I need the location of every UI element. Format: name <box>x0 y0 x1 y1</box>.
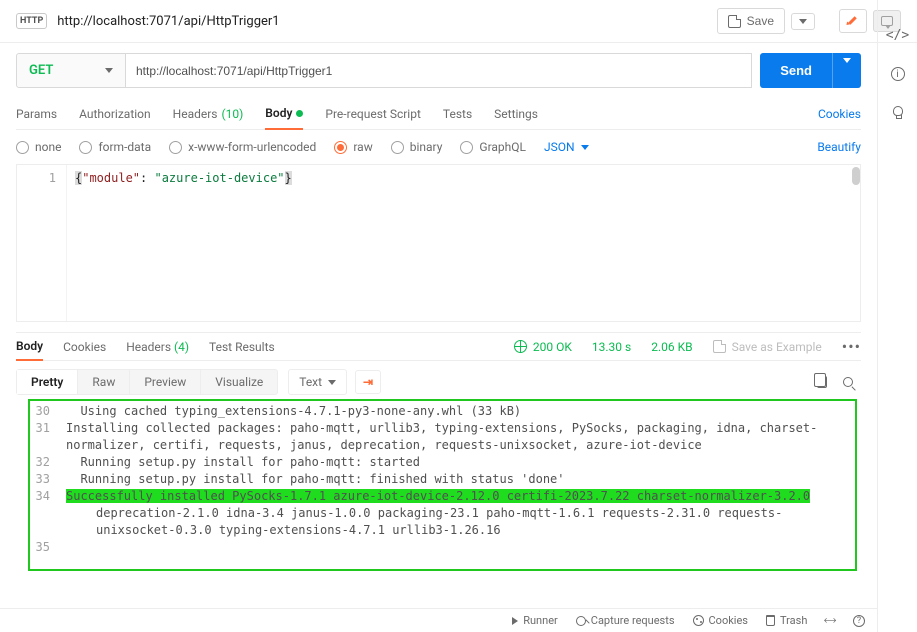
bottom-status-bar: Runner Capture requests Cookies Trash ⤢ … <box>0 608 877 632</box>
cookie-icon <box>693 615 704 626</box>
body-type-row: none form-data x-www-form-urlencoded raw… <box>16 130 861 164</box>
search-icon <box>843 377 853 387</box>
response-time: 13.30 s <box>592 340 631 354</box>
headers-count: (10) <box>222 107 244 121</box>
body-type-none[interactable]: none <box>16 140 61 154</box>
tab-body-label: Body <box>265 106 292 120</box>
body-type-formdata[interactable]: form-data <box>79 140 151 154</box>
body-format-label: JSON <box>544 140 575 154</box>
response-size: 2.06 KB <box>651 340 692 354</box>
globe-icon <box>514 340 527 353</box>
response-tabs: Body Cookies Headers (4) Test Results 20… <box>16 332 861 361</box>
tab-headers[interactable]: Headers (10) <box>173 101 244 129</box>
send-button[interactable]: Send <box>760 53 861 88</box>
editor-gutter: 1 <box>17 165 67 321</box>
body-indicator-dot <box>296 110 303 117</box>
body-type-raw[interactable]: raw <box>334 140 372 154</box>
capture-requests-button[interactable]: Capture requests <box>576 614 675 627</box>
tab-prerequest[interactable]: Pre-request Script <box>325 101 420 129</box>
copy-icon <box>817 376 827 388</box>
save-button-label: Save <box>747 14 774 28</box>
body-format-select[interactable]: JSON <box>544 140 589 154</box>
chevron-down-icon <box>105 68 113 73</box>
url-input[interactable] <box>126 53 752 88</box>
tab-tests[interactable]: Tests <box>443 101 472 129</box>
response-view-segment: Pretty Raw Preview Visualize <box>16 369 278 395</box>
chevron-down-icon <box>799 19 807 24</box>
response-tab-tests[interactable]: Test Results <box>209 340 275 354</box>
save-icon <box>728 15 741 28</box>
response-tab-headers[interactable]: Headers (4) <box>126 340 189 354</box>
capture-icon <box>576 616 586 626</box>
http-badge: HTTP <box>16 13 47 29</box>
tab-headers-label: Headers <box>173 107 218 121</box>
response-line: 30 Using cached typing_extensions-4.7.1-… <box>20 403 861 420</box>
runner-button[interactable]: Runner <box>512 614 558 627</box>
save-dropdown-button[interactable] <box>791 13 815 30</box>
code-panel-icon[interactable]: </> <box>886 28 909 43</box>
chevron-down-icon <box>581 145 589 150</box>
method-label: GET <box>29 63 53 78</box>
body-type-xwww[interactable]: x-www-form-urlencoded <box>169 140 316 154</box>
view-raw[interactable]: Raw <box>77 370 129 394</box>
cookies-link[interactable]: Cookies <box>818 101 861 129</box>
response-line: 35 <box>20 539 861 556</box>
response-more-button[interactable]: ••• <box>842 341 861 353</box>
response-headers-count: (4) <box>174 340 189 354</box>
request-tabs: Params Authorization Headers (10) Body P… <box>16 100 861 130</box>
editor-scrollbar[interactable] <box>852 167 860 185</box>
play-icon <box>512 617 518 625</box>
trash-icon <box>766 615 775 626</box>
editor-code[interactable]: {"module": "azure-iot-device"} <box>67 165 860 321</box>
wrap-lines-button[interactable]: ⇥ <box>355 370 381 394</box>
save-icon <box>713 340 726 353</box>
request-title-bar: HTTP http://localhost:7071/api/HttpTrigg… <box>0 0 917 43</box>
tab-authorization[interactable]: Authorization <box>79 101 151 129</box>
response-line: 34Successfully installed PySocks-1.7.1 a… <box>20 488 861 505</box>
send-button-label: Send <box>760 53 832 88</box>
tab-settings[interactable]: Settings <box>494 101 538 129</box>
response-tab-body[interactable]: Body <box>16 339 43 361</box>
view-visualize[interactable]: Visualize <box>200 370 277 394</box>
copy-response-button[interactable] <box>809 370 835 394</box>
help-button[interactable]: ? <box>853 615 865 627</box>
cookies-button[interactable]: Cookies <box>693 614 748 627</box>
status-code: 200 OK <box>533 340 572 354</box>
response-status: 200 OK <box>514 340 572 354</box>
response-line: 32 Running setup.py install for paho-mqt… <box>20 454 861 471</box>
request-title: http://localhost:7071/api/HttpTrigger1 <box>57 14 706 29</box>
edit-button[interactable] <box>839 9 867 33</box>
help-icon: ? <box>853 615 865 627</box>
chevron-down-icon <box>328 380 336 385</box>
expand-icon: ⤢ <box>821 612 838 629</box>
body-type-binary[interactable]: binary <box>391 140 443 154</box>
chevron-down-icon <box>843 58 851 78</box>
right-sidebar: </> i <box>877 0 917 632</box>
response-toolbar: Pretty Raw Preview Visualize Text ⇥ <box>16 361 861 403</box>
response-line: deprecation-2.1.0 idna-3.4 janus-1.0.0 p… <box>20 505 861 539</box>
pencil-icon <box>847 15 859 27</box>
request-body-editor[interactable]: 1 {"module": "azure-iot-device"} <box>16 164 861 322</box>
search-response-button[interactable] <box>835 370 861 394</box>
response-line: 33 Running setup.py install for paho-mqt… <box>20 471 861 488</box>
save-as-example-button[interactable]: Save as Example <box>713 340 822 354</box>
beautify-link[interactable]: Beautify <box>817 140 861 154</box>
trash-button[interactable]: Trash <box>766 614 807 627</box>
save-button[interactable]: Save <box>717 8 785 34</box>
tab-body[interactable]: Body <box>265 100 303 130</box>
info-icon[interactable]: i <box>891 67 905 81</box>
response-format-select[interactable]: Text <box>288 369 347 395</box>
method-select[interactable]: GET <box>16 53 126 88</box>
view-preview[interactable]: Preview <box>129 370 200 394</box>
response-tab-cookies[interactable]: Cookies <box>63 340 106 354</box>
body-type-graphql[interactable]: GraphQL <box>460 140 526 154</box>
tips-icon[interactable] <box>893 105 903 119</box>
response-body[interactable]: 30 Using cached typing_extensions-4.7.1-… <box>16 403 861 556</box>
response-line: 31Installing collected packages: paho-mq… <box>20 420 861 454</box>
tab-params[interactable]: Params <box>16 101 57 129</box>
expand-button[interactable]: ⤢ <box>825 613 835 628</box>
request-row: GET Send <box>16 53 861 88</box>
view-pretty[interactable]: Pretty <box>17 370 77 394</box>
